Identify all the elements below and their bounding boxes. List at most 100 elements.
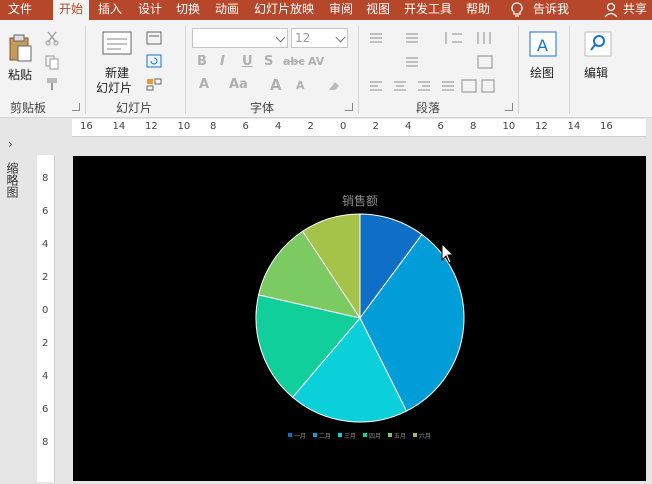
tab-insert[interactable]: 插入	[98, 0, 122, 20]
tab-file[interactable]: 文件	[8, 0, 32, 20]
tab-animations[interactable]: 动画	[215, 0, 239, 20]
paragraph-tools[interactable]	[366, 30, 516, 96]
new-slide-icon[interactable]	[101, 30, 133, 58]
tab-design[interactable]: 设计	[138, 0, 162, 20]
ruler-label: 14	[112, 121, 126, 132]
thumbnails-panel[interactable]: › 缩略图	[0, 137, 24, 484]
font-size-combo[interactable]: 12	[291, 28, 348, 48]
legend-swatch	[413, 433, 417, 437]
tab-review[interactable]: 审阅	[329, 0, 353, 20]
svg-text:A: A	[537, 36, 548, 55]
format-painter-icon[interactable]	[44, 76, 60, 92]
strikethrough-button[interactable]: abc	[283, 55, 305, 68]
legend-swatch	[363, 433, 367, 437]
copy-icon[interactable]	[44, 54, 60, 70]
ruler-label: 14	[567, 121, 581, 132]
ribbon-separator	[518, 26, 519, 114]
legend-label: 三月	[344, 433, 356, 440]
thumbnails-label: 缩略图	[5, 162, 19, 198]
underline-button[interactable]: U	[242, 54, 253, 69]
ruler-label: 8	[42, 437, 49, 448]
bold-button[interactable]: B	[197, 54, 207, 69]
ruler-label: 2	[42, 338, 49, 349]
drawing-button[interactable]: 绘图	[530, 64, 554, 81]
clipboard-group-label: 剪贴板	[10, 101, 47, 115]
ruler-label: 6	[42, 404, 49, 415]
chevron-right-icon[interactable]: ›	[8, 137, 13, 151]
paste-button[interactable]: 粘贴	[8, 66, 32, 83]
ruler-label: 4	[42, 239, 49, 250]
vertical-ruler[interactable]: 8 6 4 2 0 2 4 6 8	[37, 155, 55, 482]
cut-icon[interactable]	[44, 30, 60, 46]
pie-chart[interactable]: 销售额一月 二月 三月 四月 五月 六月	[73, 156, 646, 481]
tab-developer[interactable]: 开发工具	[404, 0, 452, 20]
slide-canvas[interactable]: 销售额 一月 二月 三月 四月 五月 六月	[73, 156, 646, 481]
font-group-label: 字体	[250, 101, 275, 115]
ruler-label: 0	[340, 121, 347, 132]
shadow-button[interactable]: S	[264, 54, 273, 69]
search-icon[interactable]	[583, 30, 613, 58]
ruler-label: 8	[42, 173, 49, 184]
clear-formatting-icon[interactable]	[326, 78, 342, 94]
section-icon[interactable]	[146, 76, 162, 92]
lightbulb-icon[interactable]	[508, 1, 526, 19]
ruler-label: 10	[502, 121, 516, 132]
mouse-cursor-icon	[441, 243, 455, 264]
ruler-label: 2	[372, 121, 379, 132]
tell-me-label[interactable]: 告诉我	[533, 0, 569, 20]
font-name-combo[interactable]	[192, 28, 288, 48]
legend-label: 五月	[394, 433, 406, 440]
text-effects-button[interactable]: A	[199, 77, 209, 92]
chevron-down-icon	[275, 32, 286, 43]
legend-label: 一月	[294, 433, 306, 440]
ruler-label: 8	[210, 121, 217, 132]
italic-button[interactable]: I	[220, 54, 225, 69]
tab-view[interactable]: 视图	[366, 0, 390, 20]
legend-label: 四月	[369, 433, 381, 440]
ruler-label: 4	[405, 121, 412, 132]
ruler-label: 16	[600, 121, 613, 132]
legend-swatch	[313, 433, 317, 437]
tab-help[interactable]: 帮助	[466, 0, 490, 20]
chart-title: 销售额	[342, 193, 378, 208]
tab-slideshow[interactable]: 幻灯片放映	[254, 0, 314, 20]
ruler-label: 6	[242, 121, 249, 132]
share-person-icon[interactable]	[603, 1, 621, 19]
legend-label: 二月	[319, 433, 331, 440]
paragraph-launcher[interactable]	[505, 103, 513, 111]
slides-group-label: 幻灯片	[116, 101, 153, 115]
decrease-font-button[interactable]: A	[296, 79, 305, 92]
chevron-down-icon	[335, 32, 346, 43]
ruler-label: 2	[42, 272, 49, 283]
share-label[interactable]: 共享	[623, 0, 647, 20]
ruler-label: 12	[535, 121, 548, 132]
new-slide-label-2[interactable]: 幻灯片	[96, 79, 132, 96]
ruler-label: 0	[42, 305, 49, 316]
editing-button[interactable]: 编辑	[584, 64, 608, 81]
increase-font-button[interactable]: A	[270, 76, 282, 94]
ribbon-separator	[569, 26, 570, 114]
drawing-shapes-icon[interactable]: A	[528, 30, 558, 58]
ruler-label: 2	[307, 121, 314, 132]
font-launcher[interactable]	[345, 103, 353, 111]
reset-icon[interactable]	[146, 53, 162, 69]
ruler-label: 12	[145, 121, 158, 132]
legend-swatch	[338, 433, 342, 437]
paste-icon[interactable]	[7, 33, 33, 63]
change-case-button[interactable]: Aa	[229, 77, 248, 92]
ribbon-separator	[85, 26, 86, 114]
ruler-label: 6	[42, 206, 49, 217]
paragraph-group-label: 段落	[416, 101, 441, 115]
tab-home[interactable]: 开始	[53, 0, 90, 20]
ruler-label: 6	[437, 121, 444, 132]
char-spacing-button[interactable]: AV	[308, 55, 324, 68]
layout-icon[interactable]	[146, 30, 162, 46]
ribbon-tab-bar: 文件 开始 插入 设计 切换 动画 幻灯片放映 审阅 视图 开发工具 帮助 告诉…	[0, 0, 652, 20]
ruler-label: 4	[275, 121, 282, 132]
horizontal-ruler[interactable]: 16 14 12 10 8 6 4 2 0 2 4 6 8 10 12 14 16	[72, 119, 646, 137]
ribbon-home: 粘贴 剪贴板 新建 幻灯片 幻灯片 12 B I U S abc AV A Aa…	[0, 20, 652, 118]
clipboard-launcher[interactable]	[72, 103, 80, 111]
tab-transitions[interactable]: 切换	[176, 0, 200, 20]
ruler-label: 16	[80, 121, 93, 132]
ruler-label: 10	[177, 121, 191, 132]
